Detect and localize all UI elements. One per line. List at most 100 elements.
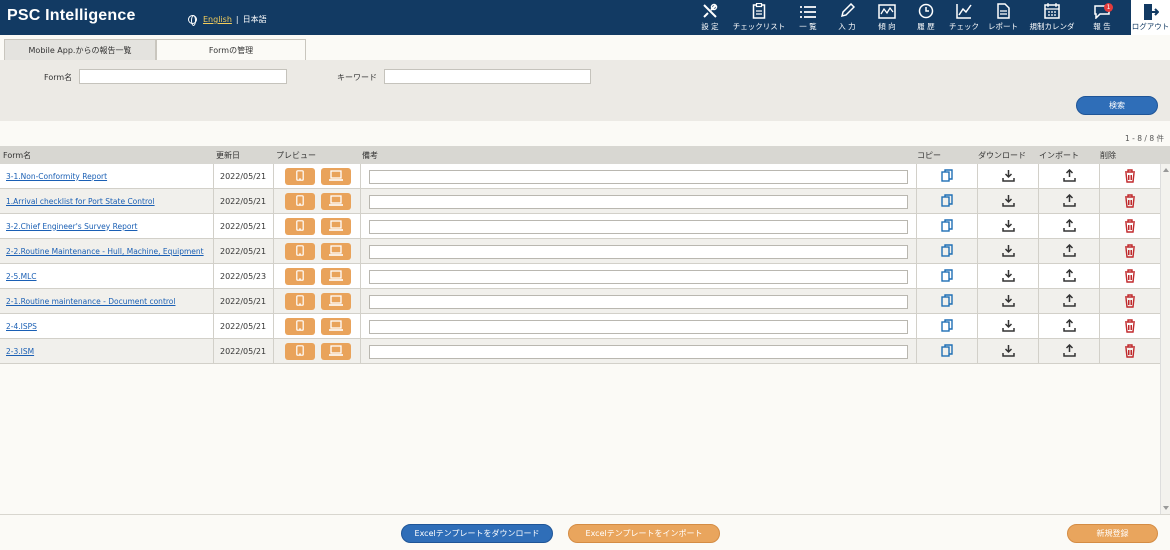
updated-date-cell: 2022/05/21 [213,339,273,364]
nav-notice[interactable]: 1 報 告 [1087,0,1117,35]
form-link[interactable]: 2-3.ISM [0,346,207,358]
trash-icon[interactable] [1124,268,1136,285]
keyword-input[interactable] [384,69,591,84]
form-link[interactable]: 2-2.Routine Maintenance - Hull, Machine,… [0,246,207,258]
preview-mobile-button[interactable] [285,218,315,235]
preview-pc-button[interactable] [321,318,351,335]
copy-icon[interactable] [941,169,953,184]
preview-mobile-button[interactable] [285,343,315,360]
note-input[interactable] [369,195,908,209]
note-input[interactable] [369,345,908,359]
table-header: Form名 更新日 プレビュー 備考 コピー ダウンロード インポート 削除 [0,146,1170,164]
nav-check[interactable]: チェック [946,0,982,35]
copy-icon[interactable] [941,294,953,309]
download-icon[interactable] [1001,169,1015,184]
app-title: PSC Intelligence [7,7,136,24]
trash-icon[interactable] [1124,343,1136,360]
download-icon[interactable] [1001,194,1015,209]
form-link[interactable]: 3-2.Chief Engineer's Survey Report [0,221,207,233]
download-icon[interactable] [1001,319,1015,334]
download-icon[interactable] [1001,219,1015,234]
download-template-button[interactable]: Excelテンプレートをダウンロード [401,524,553,543]
nav-list[interactable]: 一 覧 [793,0,823,35]
lang-english-link[interactable]: English [203,15,232,24]
note-input[interactable] [369,220,908,234]
download-icon[interactable] [1001,244,1015,259]
trash-icon[interactable] [1124,243,1136,260]
preview-mobile-button[interactable] [285,243,315,260]
preview-mobile-button[interactable] [285,168,315,185]
form-link[interactable]: 2-5.MLC [0,271,207,283]
preview-pc-button[interactable] [321,218,351,235]
form-link[interactable]: 1.Arrival checklist for Port State Contr… [0,196,207,208]
upload-icon[interactable] [1062,293,1076,309]
tab-mobile-reports[interactable]: Mobile App.からの報告一覧 [4,39,156,60]
tab-form-management[interactable]: Formの管理 [156,39,306,60]
form-link[interactable]: 2-1.Routine maintenance - Document contr… [0,296,207,308]
trash-icon[interactable] [1124,193,1136,210]
form-name-input[interactable] [79,69,287,84]
trash-icon[interactable] [1124,293,1136,310]
form-name-cell: 2-1.Routine maintenance - Document contr… [0,289,213,314]
preview-mobile-button[interactable] [285,193,315,210]
search-button[interactable]: 検索 [1076,96,1158,115]
copy-icon[interactable] [941,319,953,334]
import-template-button[interactable]: Excelテンプレートをインポート [568,524,720,543]
upload-icon[interactable] [1062,268,1076,284]
note-input[interactable] [369,270,908,284]
preview-pc-button[interactable] [321,343,351,360]
lang-japanese-link[interactable]: 日本語 [243,14,267,25]
preview-pc-button[interactable] [321,193,351,210]
upload-icon[interactable] [1062,168,1076,184]
upload-icon[interactable] [1062,343,1076,359]
preview-pc-button[interactable] [321,243,351,260]
new-register-button[interactable]: 新規登録 [1067,524,1158,543]
smartphone-icon [296,320,304,333]
form-link[interactable]: 3-1.Non-Conformity Report [0,171,207,183]
preview-cell [273,264,360,289]
trash-icon[interactable] [1124,168,1136,185]
scroll-up-arrow[interactable] [1163,168,1169,172]
logout-button[interactable]: ログアウト [1131,0,1170,35]
copy-icon[interactable] [941,244,953,259]
vertical-scrollbar[interactable] [1160,164,1170,514]
updated-date-cell: 2022/05/21 [213,214,273,239]
download-cell [977,289,1038,314]
download-icon[interactable] [1001,344,1015,359]
preview-mobile-button[interactable] [285,293,315,310]
preview-pc-button[interactable] [321,268,351,285]
copy-icon[interactable] [941,219,953,234]
trash-icon[interactable] [1124,318,1136,335]
note-input[interactable] [369,170,908,184]
copy-icon[interactable] [941,194,953,209]
import-cell [1038,239,1099,264]
nav-input[interactable]: 入 力 [832,0,862,35]
nav-settings[interactable]: 設 定 [695,0,725,35]
copy-icon[interactable] [941,269,953,284]
copy-icon[interactable] [941,344,953,359]
note-input[interactable] [369,295,908,309]
preview-mobile-button[interactable] [285,318,315,335]
upload-icon[interactable] [1062,318,1076,334]
form-link[interactable]: 2-4.ISPS [0,321,207,333]
trash-icon[interactable] [1124,218,1136,235]
logout-label: ログアウト [1131,22,1170,31]
nav-regulation-calendar[interactable]: 規制カレンダ [1027,0,1077,35]
upload-icon[interactable] [1062,243,1076,259]
updated-date: 2022/05/21 [220,322,267,331]
upload-icon[interactable] [1062,193,1076,209]
preview-mobile-button[interactable] [285,268,315,285]
upload-icon[interactable] [1062,218,1076,234]
download-icon[interactable] [1001,294,1015,309]
note-input[interactable] [369,245,908,259]
nav-history[interactable]: 履 歴 [911,0,941,35]
preview-pc-button[interactable] [321,293,351,310]
nav-report[interactable]: レポート [985,0,1021,35]
nav-checklist[interactable]: チェックリスト [729,0,789,35]
download-icon[interactable] [1001,269,1015,284]
nav-trend[interactable]: 傾 向 [872,0,902,35]
preview-pc-button[interactable] [321,168,351,185]
note-input[interactable] [369,320,908,334]
laptop-icon [329,195,343,208]
scroll-down-arrow[interactable] [1163,506,1169,510]
